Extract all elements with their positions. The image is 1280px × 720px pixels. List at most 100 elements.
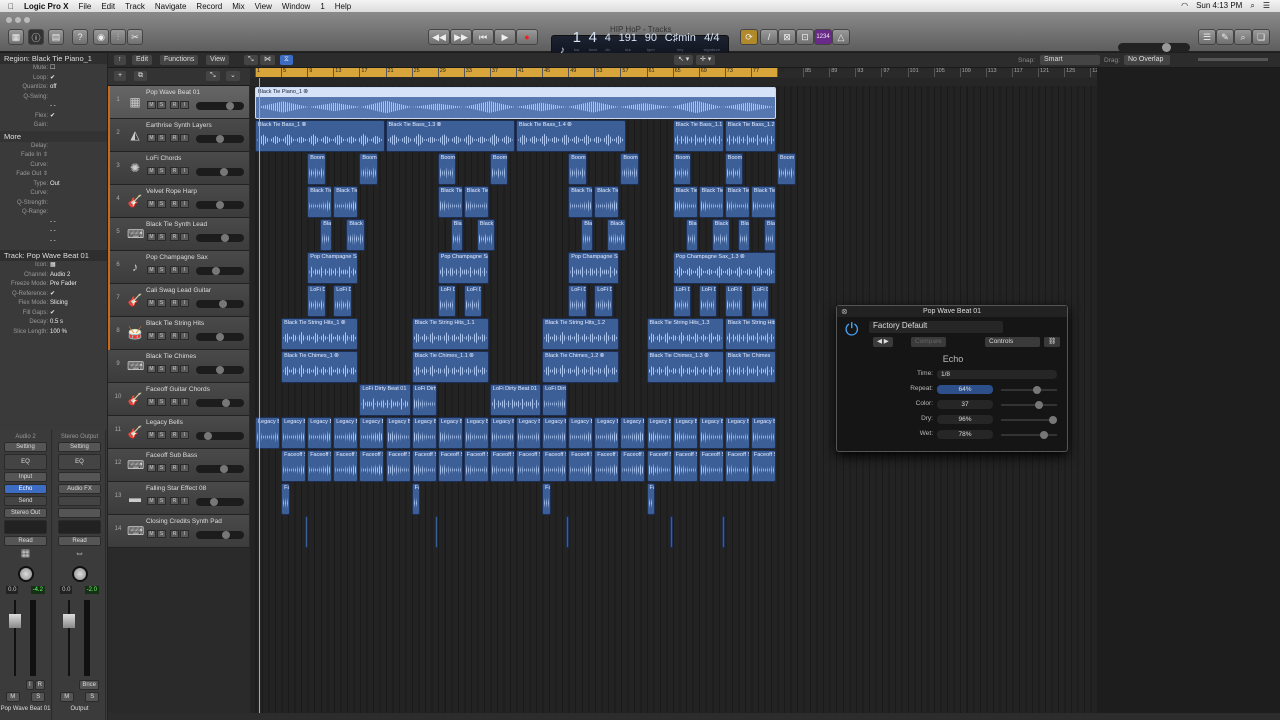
track-name[interactable]: Closing Credits Synth Pad	[146, 518, 222, 525]
track-header[interactable]: 1 ▦ Pop Wave Beat 01 M S R I	[108, 86, 249, 119]
record-enable-button[interactable]: R	[170, 464, 179, 472]
inspector-value[interactable]: ▦	[50, 261, 56, 271]
input-monitor-button[interactable]: I	[180, 299, 189, 307]
input-monitor-button[interactable]: I	[180, 200, 189, 208]
track-header[interactable]: 6 ♪ Pop Champagne Sax M S R I	[108, 251, 249, 284]
editors-button[interactable]: ✂	[127, 29, 143, 45]
region[interactable]: Boom	[437, 153, 457, 185]
region[interactable]: Boom	[568, 153, 587, 185]
inspector-value[interactable]: - -	[50, 218, 56, 228]
master-volume-slider[interactable]	[1118, 43, 1190, 52]
input-monitor-button[interactable]: I	[180, 167, 189, 175]
output-button[interactable]	[58, 508, 101, 518]
region[interactable]: Black Tie	[333, 186, 359, 218]
region[interactable]: Black	[346, 219, 365, 251]
solo-button[interactable]: S	[157, 365, 166, 373]
volume-knob[interactable]	[222, 399, 230, 407]
region[interactable]: Black Tie	[750, 186, 776, 218]
param-value[interactable]: 64%	[937, 385, 993, 394]
input-monitor-button[interactable]: I	[180, 332, 189, 340]
region[interactable]: Faceoff Sub	[359, 450, 385, 482]
input-monitor-button[interactable]: I	[180, 464, 189, 472]
track-name[interactable]: Black Tie Chimes	[146, 353, 196, 360]
mute-button[interactable]: M	[147, 200, 156, 208]
record-enable-button[interactable]: R	[170, 299, 179, 307]
group-slot[interactable]	[58, 520, 101, 534]
wifi-icon[interactable]: ◠	[1181, 1, 1188, 11]
eq-button[interactable]: EQ	[58, 454, 101, 470]
track-volume-slider[interactable]	[196, 498, 244, 506]
region[interactable]	[565, 516, 569, 548]
pointer-tool-menu[interactable]: ↖ ▾	[674, 55, 694, 65]
region[interactable]	[435, 516, 439, 548]
region[interactable]: Boom	[307, 153, 326, 185]
track-name[interactable]: Faceoff Sub Bass	[146, 452, 197, 459]
volume-knob[interactable]	[212, 267, 220, 275]
region[interactable]: Legacy Bells	[542, 417, 568, 449]
automation-mode[interactable]: Read	[4, 536, 47, 546]
region[interactable]: Black Tie String Hits_1 ⦾	[281, 318, 359, 350]
solo-button[interactable]: S	[157, 134, 166, 142]
strip-r-button[interactable]: R	[34, 680, 45, 690]
region[interactable]: Black Tie	[724, 186, 750, 218]
region[interactable]: Black	[476, 219, 496, 251]
mute-button[interactable]: M	[147, 233, 156, 241]
input-monitor-button[interactable]: I	[180, 134, 189, 142]
inspector-value[interactable]: off	[50, 83, 57, 93]
track-header[interactable]: 2 ◭ Earthrise Synth Layers M S R I	[108, 119, 249, 152]
pan-knob[interactable]	[17, 566, 34, 582]
region[interactable]: Legacy Bells	[568, 417, 594, 449]
region[interactable]: Legacy Bells	[385, 417, 411, 449]
autopunch-button[interactable]: /	[760, 29, 778, 45]
region[interactable]: Black	[685, 219, 698, 251]
inspector-value[interactable]: 100 %	[50, 328, 67, 338]
region[interactable]: Faceoff Sub	[646, 450, 672, 482]
solo-button[interactable]: S	[157, 266, 166, 274]
send-slot[interactable]: Send	[4, 496, 47, 506]
region[interactable]: LoFi Di	[672, 285, 692, 317]
track-volume-slider[interactable]	[196, 102, 244, 110]
region[interactable]	[722, 516, 726, 548]
region[interactable]: Legacy Bells	[516, 417, 542, 449]
record-button[interactable]: ●	[516, 29, 538, 45]
region[interactable]: Pop Champagne Sax_1.3 ⦾	[672, 252, 776, 284]
region[interactable]: LoFi Dirty	[542, 384, 568, 416]
mute-button[interactable]: M	[147, 464, 156, 472]
inspector-value[interactable]: ✔	[50, 112, 55, 122]
lcd-tempo[interactable]: 90	[645, 32, 657, 44]
region[interactable]: LoFi Di	[750, 285, 770, 317]
region[interactable]: Boom	[724, 153, 744, 185]
region[interactable]: Black Tie	[698, 186, 724, 218]
mute-button[interactable]: M	[147, 365, 156, 373]
drag-select[interactable]: No Overlap	[1124, 55, 1170, 65]
region[interactable]: Black Tie Bass_1.3 ⦾	[385, 120, 515, 152]
volume-knob[interactable]	[216, 135, 224, 143]
region[interactable]: Legacy Bells	[672, 417, 698, 449]
track-name[interactable]: Velvet Rope Harp	[146, 188, 197, 195]
metronome-button[interactable]: △	[832, 29, 850, 45]
solo-button[interactable]: S	[157, 233, 166, 241]
volume-knob[interactable]	[216, 333, 224, 341]
list-editors-button[interactable]: ☰	[1198, 29, 1216, 45]
mute-button[interactable]: M	[147, 167, 156, 175]
region[interactable]: Black Tie Chimes_1.3 ⦾	[646, 351, 724, 383]
region[interactable]: Black Tie	[594, 186, 620, 218]
track-name[interactable]: Cali Swag Lead Guitar	[146, 287, 211, 294]
region[interactable]: LoFi Di	[307, 285, 326, 317]
track-header[interactable]: 12 ⌨ Faceoff Sub Bass M S R I	[108, 449, 249, 482]
volume-knob[interactable]	[219, 300, 228, 308]
fader-cap[interactable]	[9, 614, 21, 628]
track-header[interactable]: 5 ⌨ Black Tie Synth Lead M S R I	[108, 218, 249, 251]
param-value[interactable]: 1/8	[937, 370, 1057, 379]
preset-select[interactable]: Factory Default	[869, 321, 1003, 333]
record-enable-button[interactable]: R	[170, 431, 179, 439]
track-name[interactable]: Pop Wave Beat 01	[146, 89, 200, 96]
solo-button[interactable]: S	[157, 464, 166, 472]
solo-button[interactable]: ⊡	[796, 29, 814, 45]
region[interactable]: Legacy Bells	[698, 417, 724, 449]
mute-button[interactable]: M	[147, 134, 156, 142]
catch-button[interactable]: ⤡	[244, 55, 258, 65]
minimize-window-button[interactable]	[15, 17, 21, 23]
region[interactable]: Faceoff Sub	[437, 450, 463, 482]
snap-select[interactable]: Smart	[1040, 55, 1100, 65]
